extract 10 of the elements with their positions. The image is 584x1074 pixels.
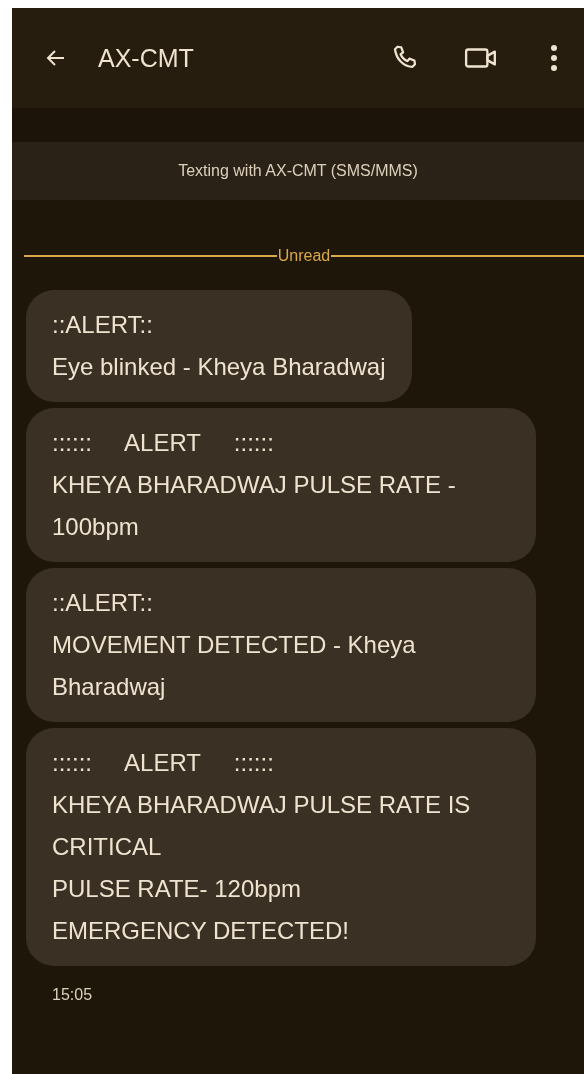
unread-label: Unread [277, 247, 331, 265]
message-time: 15:05 [51, 985, 94, 1004]
message-text: ::ALERT:: MOVEMENT DETECTED - Kheya Bharadwaj [52, 588, 417, 702]
message-text: ::ALERT:: Eye blinked - Kheya Bharadwaj [52, 310, 386, 382]
banner-text: Texting with AX-CMT (SMS/MMS) [178, 162, 418, 180]
video-camera-icon[interactable] [464, 45, 498, 71]
message-text: :::::: ALERT :::::: KHEYA BHARADWAJ PULSE RATE IS CRITICAL PULSE RATE- 120bpm EMERGENCY DETECTED! [52, 748, 472, 946]
message-text: :::::: ALERT :::::: KHEYA BHARADWAJ PULSE RATE - 100bpm [52, 428, 457, 542]
more-options-icon[interactable] [550, 44, 558, 72]
contact-name: AX-CMT [98, 43, 194, 73]
